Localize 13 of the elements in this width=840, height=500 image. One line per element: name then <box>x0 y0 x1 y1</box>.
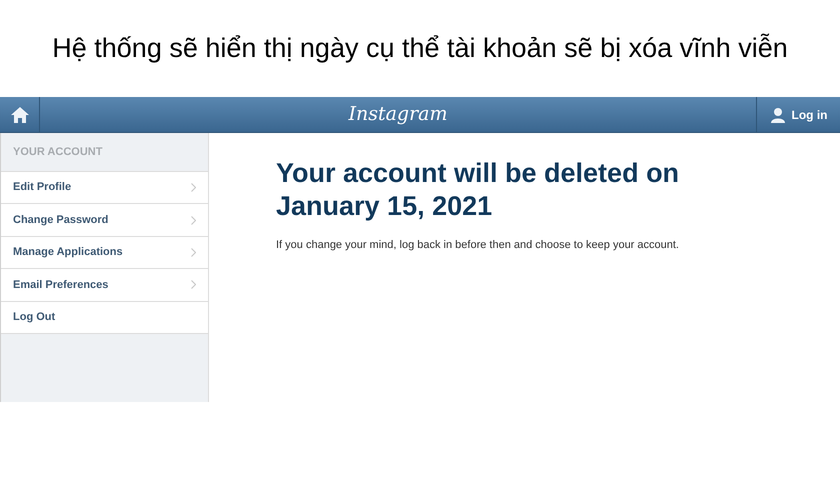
deletion-heading: Your account will be deleted on January 15, 2021 <box>276 157 680 223</box>
sidebar-heading: YOUR ACCOUNT <box>13 144 102 160</box>
sidebar-item[interactable]: Manage Applications <box>1 236 208 270</box>
home-icon <box>10 106 30 124</box>
sidebar-item[interactable]: Change Password <box>1 204 208 237</box>
sidebar-item[interactable]: Email Preferences <box>1 269 208 302</box>
caption: Hệ thống sẽ hiển thị ngày cụ thể tài khoản sẽ bị xóa vĩnh viễn <box>52 32 788 66</box>
login-button[interactable]: Log in <box>756 97 840 132</box>
app-logo-text: Instagram <box>348 102 448 128</box>
sidebar-item[interactable]: Edit Profile <box>1 172 208 204</box>
sidebar-item[interactable]: Log Out <box>1 302 208 334</box>
info-text: If you change your mind, log back in before then and choose to keep your account. <box>276 238 680 253</box>
user-icon <box>770 106 786 122</box>
